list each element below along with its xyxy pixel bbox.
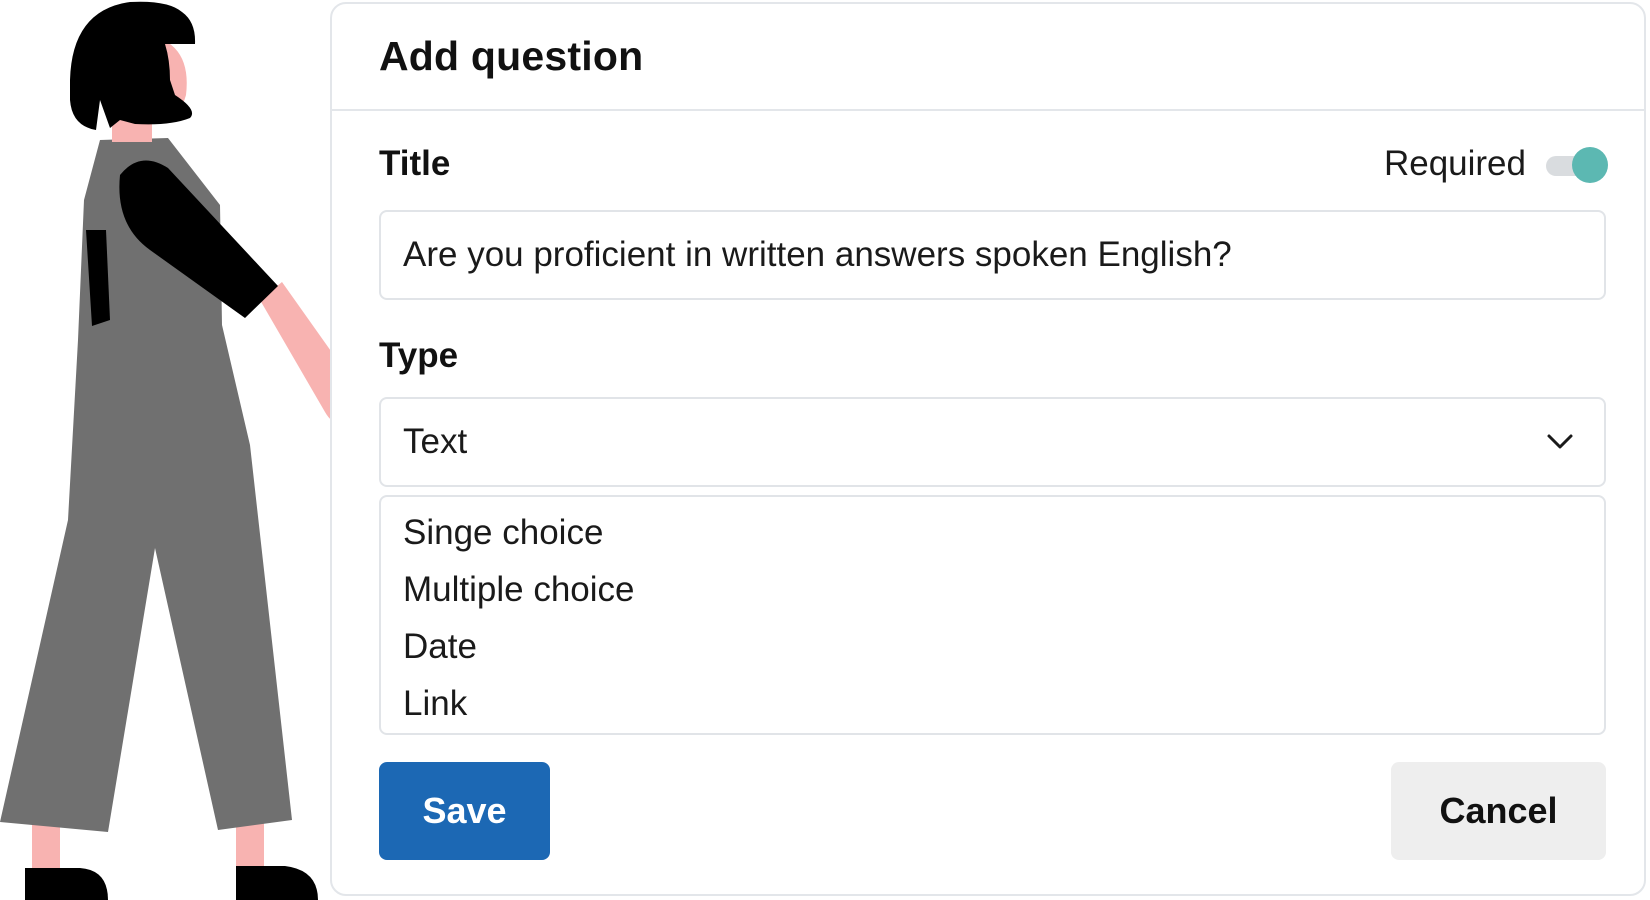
type-option-multiple-choice[interactable]: Multiple choice [403,564,1604,621]
add-question-dialog: Add question Title Required Are you prof… [330,2,1646,896]
cancel-button[interactable]: Cancel [1391,762,1606,860]
required-control: Required [1383,144,1608,184]
type-option-single-choice[interactable]: Singe choice [403,507,1604,564]
dialog-header: Add question [332,4,1644,111]
type-select[interactable]: Text [379,397,1606,487]
person-illustration [0,1,361,900]
type-option-date[interactable]: Date [403,621,1604,678]
stage: Add question Title Required Are you prof… [0,0,1650,900]
type-options-list: Singe choice Multiple choice Date Link [379,495,1606,735]
left-shoe [25,868,108,900]
dialog-title: Add question [379,33,644,79]
toggle-knob [1572,147,1608,183]
type-field-label: Type [379,336,459,375]
title-input[interactable]: Are you proficient in written answers sp… [379,210,1606,300]
required-label: Required [1383,144,1526,183]
type-option-link[interactable]: Link [403,678,1604,735]
title-input-value: Are you proficient in written answers sp… [403,235,1232,274]
chevron-down-icon [1547,434,1573,449]
required-toggle[interactable] [1546,147,1608,183]
save-button[interactable]: Save [379,762,550,860]
title-field-label: Title [379,144,451,183]
right-shoe [236,866,318,900]
type-select-value: Text [403,422,468,461]
